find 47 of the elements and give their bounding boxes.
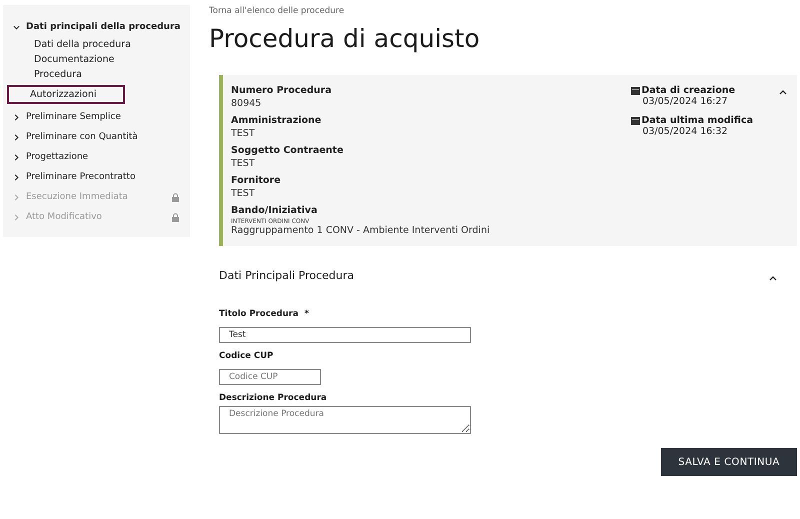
input-field[interactable]: Codice CUP (219, 369, 321, 385)
chevron-up-icon[interactable] (769, 275, 777, 281)
description-field[interactable]: Descrizione Procedura (219, 406, 471, 434)
page-title: Procedura di acquisto (209, 24, 481, 53)
sidebar-subitem[interactable]: Procedura (3, 67, 190, 82)
sidebar-item[interactable]: Dati principali della procedura (3, 17, 190, 37)
sidebar-subitem[interactable]: Dati della procedura (3, 37, 190, 52)
chevron-right-icon (13, 174, 20, 180)
required-mark: * (304, 309, 309, 319)
chevron-right-icon (13, 114, 20, 120)
field-label: Titolo Procedura (219, 309, 298, 319)
field-label: Numero Procedura (231, 85, 332, 96)
field-label: Descrizione Procedura (219, 393, 327, 403)
date-value: 03/05/2024 16:32 (641, 126, 729, 137)
sidebar-item[interactable]: Preliminare con Quantità (3, 127, 190, 147)
chevron-down-icon (13, 24, 20, 30)
chevron-right-icon (13, 194, 20, 200)
calendar-icon (631, 116, 640, 125)
back-link[interactable]: Torna all'elenco delle procedure (209, 6, 797, 16)
field-label: Codice CUP (219, 351, 274, 361)
sidebar-subitem[interactable]: Documentazione (3, 52, 190, 67)
input-field[interactable]: Test (219, 327, 471, 343)
chevron-up-icon[interactable] (779, 89, 787, 95)
sidebar-subitem[interactable]: Autorizzazioni (7, 85, 125, 104)
field-value: TEST (231, 158, 256, 169)
field-label: Amministrazione (231, 115, 322, 126)
chevron-right-icon (13, 214, 20, 220)
calendar-icon (631, 86, 640, 95)
sidebar-item[interactable]: Progettazione (3, 147, 190, 167)
field-value: Raggruppamento 1 CONV - Ambiente Interventi Ordini (231, 225, 491, 236)
save-continue-button[interactable]: SALVA E CONTINUA (661, 448, 797, 476)
lock-icon (171, 192, 180, 202)
date-value: 03/05/2024 16:27 (641, 96, 729, 107)
field-label: Fornitore (231, 175, 282, 186)
date-label: Data ultima modifica (641, 115, 753, 126)
sidebar-item[interactable]: Preliminare Precontratto (3, 167, 190, 187)
field-label: Soggetto Contraente (231, 145, 344, 156)
sidebar-item[interactable]: Preliminare Semplice (3, 107, 190, 127)
lock-icon (171, 212, 180, 222)
section-title: Dati Principali Procedura (219, 269, 354, 282)
field-value: 80945 (231, 98, 262, 109)
date-label: Data di creazione (641, 85, 736, 96)
field-value: TEST (231, 128, 256, 139)
chevron-right-icon (13, 134, 20, 140)
field-label: Bando/Iniziativa (231, 205, 318, 216)
chevron-right-icon (13, 154, 20, 160)
field-value: TEST (231, 188, 256, 199)
